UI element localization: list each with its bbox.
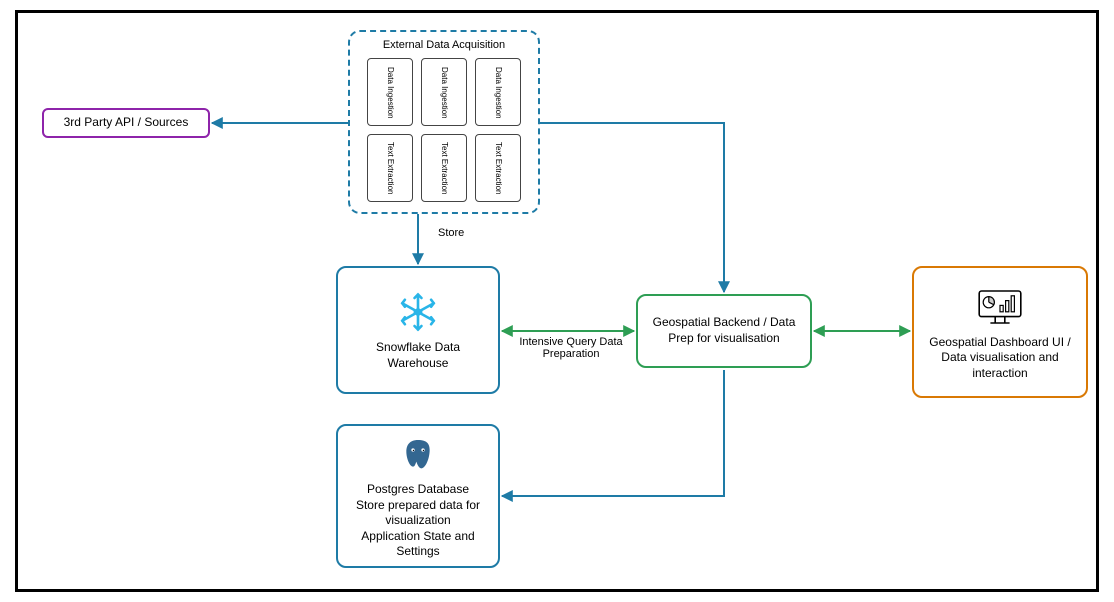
third-party-label: 3rd Party API / Sources <box>64 115 189 131</box>
geo-backend-label: Geospatial Backend / Data Prep for visua… <box>644 315 804 346</box>
geospatial-backend-node: Geospatial Backend / Data Prep for visua… <box>636 294 812 368</box>
snowflake-warehouse-node: Snowflake Data Warehouse <box>336 266 500 394</box>
data-ingestion-box: Data Ingestion <box>367 58 413 126</box>
snowflake-label: Snowflake Data Warehouse <box>344 340 492 371</box>
postgres-line3: Application State and Settings <box>344 529 492 560</box>
text-extraction-box: Text Extraction <box>421 134 467 202</box>
postgres-line1: Postgres Database <box>367 482 469 498</box>
postgres-icon <box>394 432 442 478</box>
data-ingestion-box: Data Ingestion <box>421 58 467 126</box>
geospatial-dashboard-node: Geospatial Dashboard UI / Data visualisa… <box>912 266 1088 398</box>
snowflake-icon <box>394 288 442 336</box>
geo-dashboard-label: Geospatial Dashboard UI / Data visualisa… <box>920 335 1080 382</box>
text-extraction-box: Text Extraction <box>475 134 521 202</box>
postgres-db-node: Postgres Database Store prepared data fo… <box>336 424 500 568</box>
edge-label-intensive: Intensive Query Data Preparation <box>516 336 626 360</box>
dashboard-icon <box>976 283 1024 331</box>
text-extraction-box: Text Extraction <box>367 134 413 202</box>
third-party-api-node: 3rd Party API / Sources <box>42 108 210 138</box>
external-data-acquisition-node: External Data Acquisition Data Ingestion… <box>348 30 540 214</box>
ext-acq-title: External Data Acquisition <box>383 38 505 52</box>
postgres-line2: Store prepared data for visualization <box>344 498 492 529</box>
edge-label-store: Store <box>438 227 464 239</box>
data-ingestion-box: Data Ingestion <box>475 58 521 126</box>
ext-acq-grid: Data Ingestion Data Ingestion Data Inges… <box>367 58 521 202</box>
